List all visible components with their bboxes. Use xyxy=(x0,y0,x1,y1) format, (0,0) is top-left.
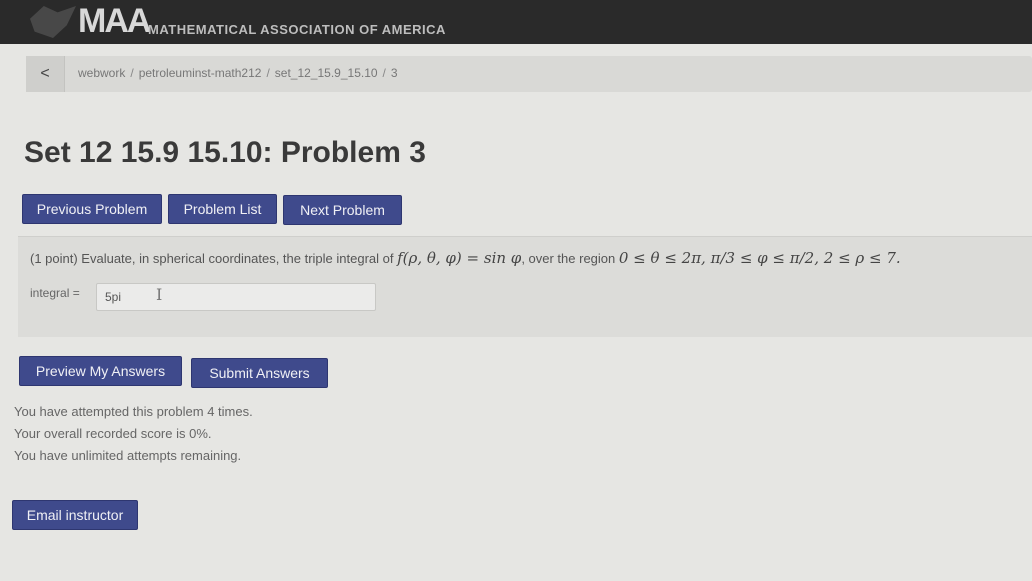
submit-answers-button[interactable]: Submit Answers xyxy=(191,358,328,388)
top-header: MAA MATHEMATICAL ASSOCIATION OF AMERICA xyxy=(0,0,1032,44)
breadcrumb-path: webwork / petroleuminst-math212/set_12_15.… xyxy=(78,66,398,80)
breadcrumb-item-set[interactable]: set_12_15.9_15.10 xyxy=(275,66,378,80)
problem-intro: (1 point) Evaluate, in spherical coordin… xyxy=(30,251,398,266)
answer-input[interactable] xyxy=(96,283,376,311)
maa-logo-icon xyxy=(30,6,76,38)
chevron-left-icon: < xyxy=(40,65,50,82)
problem-panel: (1 point) Evaluate, in spherical coordin… xyxy=(18,236,1032,337)
logo-subtitle: MATHEMATICAL ASSOCIATION OF AMERICA xyxy=(148,22,446,37)
problem-statement: (1 point) Evaluate, in spherical coordin… xyxy=(30,249,901,267)
breadcrumb-item-webwork[interactable]: webwork xyxy=(78,66,125,80)
problem-list-button[interactable]: Problem List xyxy=(168,194,277,224)
score-message: Your overall recorded score is 0%. xyxy=(14,426,212,441)
breadcrumb: < webwork / petroleuminst-math212/set_12_1… xyxy=(26,56,1032,92)
page-title: Set 12 15.9 15.10: Problem 3 xyxy=(24,136,426,169)
next-problem-button[interactable]: Next Problem xyxy=(283,195,402,225)
back-button[interactable]: < xyxy=(26,56,65,92)
problem-middle: , over the region xyxy=(521,251,619,266)
logo-text: MAA xyxy=(78,2,151,40)
problem-region: 0 ≤ θ ≤ 2π, π/3 ≤ φ ≤ π/2, 2 ≤ ρ ≤ 7. xyxy=(618,249,901,267)
preview-answers-button[interactable]: Preview My Answers xyxy=(19,356,182,386)
answer-label: integral = xyxy=(30,286,80,300)
previous-problem-button[interactable]: Previous Problem xyxy=(22,194,162,224)
problem-function: f(ρ, θ, φ) = sin φ xyxy=(397,249,522,267)
breadcrumb-item-problem: 3 xyxy=(390,66,398,80)
breadcrumb-item-course[interactable]: petroleuminst-math212 xyxy=(139,66,262,80)
text-cursor-icon: I xyxy=(156,285,163,304)
attempts-message: You have attempted this problem 4 times. xyxy=(14,404,253,419)
remaining-message: You have unlimited attempts remaining. xyxy=(14,448,242,463)
email-instructor-button[interactable]: Email instructor xyxy=(12,500,138,530)
